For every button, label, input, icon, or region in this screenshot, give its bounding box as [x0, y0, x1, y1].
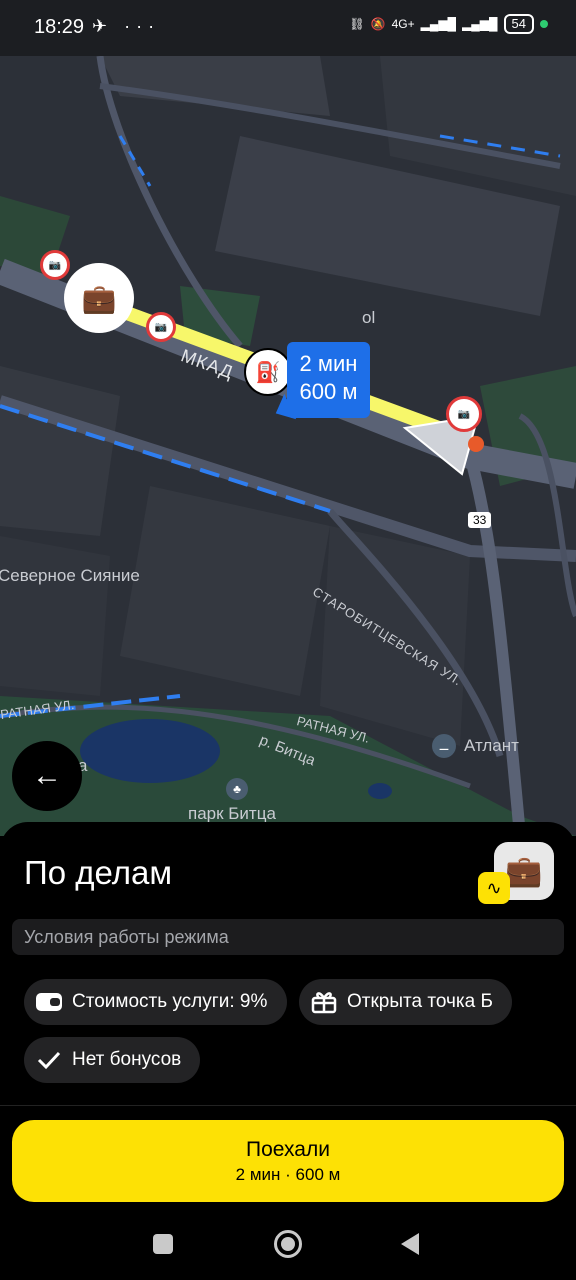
fuel-icon: ⛽: [255, 361, 281, 384]
go-button[interactable]: Поехали 2 мин · 600 м: [12, 1120, 564, 1202]
network-label: 4G+: [391, 17, 415, 31]
chip-no-bonuses[interactable]: Нет бонусов: [24, 1037, 200, 1083]
chip-service-fee[interactable]: Стоимость услуги: 9%: [24, 979, 287, 1025]
fuel-station-pin[interactable]: ⛽: [244, 348, 292, 396]
notification-icons: ✈ ···: [92, 16, 161, 36]
system-back-button[interactable]: [401, 1233, 419, 1255]
battery-indicator: 54: [503, 14, 534, 34]
status-time: 18:29: [34, 16, 85, 38]
sheet-divider: [0, 1105, 576, 1106]
recents-button[interactable]: [153, 1234, 173, 1254]
speed-camera-icon: 📷: [446, 396, 482, 432]
status-bar: 18:29 ✈ ··· ⛓ 🔕 4G+ ▂▄▆█ ▂▄▆█ 54: [0, 0, 576, 56]
check-icon: [36, 1049, 62, 1071]
system-nav-bar: [0, 1206, 576, 1280]
map-label-district: Северное Сияние: [0, 566, 140, 585]
eta-time: 2 мин: [299, 351, 358, 376]
go-button-label: Поехали: [246, 1138, 330, 1161]
chip-label: Открыта точка Б: [347, 991, 493, 1012]
map-view[interactable]: я МКАД ol 33 СТАРОБИТЦЕВСКАЯ УЛ. Северно…: [0, 56, 576, 836]
route-number-badge: 33: [468, 512, 492, 528]
speed-camera-icon: 📷: [146, 312, 176, 342]
chip-label: Нет бонусов: [72, 1049, 182, 1070]
signal-icon: ▂▄▆█: [420, 17, 457, 31]
gym-icon: ⚊: [432, 734, 456, 758]
privacy-dot: [540, 20, 548, 28]
eta-bubble: 2 мин 600 м: [287, 342, 370, 418]
home-button[interactable]: [274, 1230, 302, 1258]
map-label-park: парк Битца: [188, 804, 276, 823]
wallet-icon: [36, 991, 62, 1013]
arrow-left-icon: ←: [32, 759, 62, 792]
chip-label: Стоимость услуги: 9%: [72, 991, 268, 1012]
chip-point-b[interactable]: Открыта точка Б: [299, 979, 512, 1025]
eta-distance: 600 м: [299, 379, 358, 404]
map-canvas: [0, 56, 576, 836]
mode-title: По делам: [24, 854, 173, 891]
signal-icon-2: ▂▄▆█: [462, 17, 498, 31]
briefcase-icon: 💼: [81, 282, 117, 314]
briefcase-icon: 💼: [505, 854, 543, 888]
mode-conditions-link[interactable]: Условия работы режима: [12, 919, 564, 955]
speed-camera-icon: 📷: [40, 250, 70, 280]
route-badge-icon: ∿: [478, 872, 510, 904]
link-icon: ⛓: [349, 17, 365, 31]
map-label-gym: Атлант: [464, 736, 519, 755]
back-button[interactable]: ←: [12, 741, 82, 811]
map-label-ol: ol: [362, 308, 376, 327]
park-icon: ♣: [226, 778, 248, 800]
go-button-sublabel: 2 мин · 600 м: [235, 1165, 341, 1184]
status-right: ⛓ 🔕 4G+ ▂▄▆█ ▂▄▆█ 54: [349, 14, 548, 34]
destination-pin[interactable]: 💼: [64, 263, 134, 333]
gift-icon: [311, 991, 337, 1014]
mute-icon: 🔕: [370, 17, 386, 31]
